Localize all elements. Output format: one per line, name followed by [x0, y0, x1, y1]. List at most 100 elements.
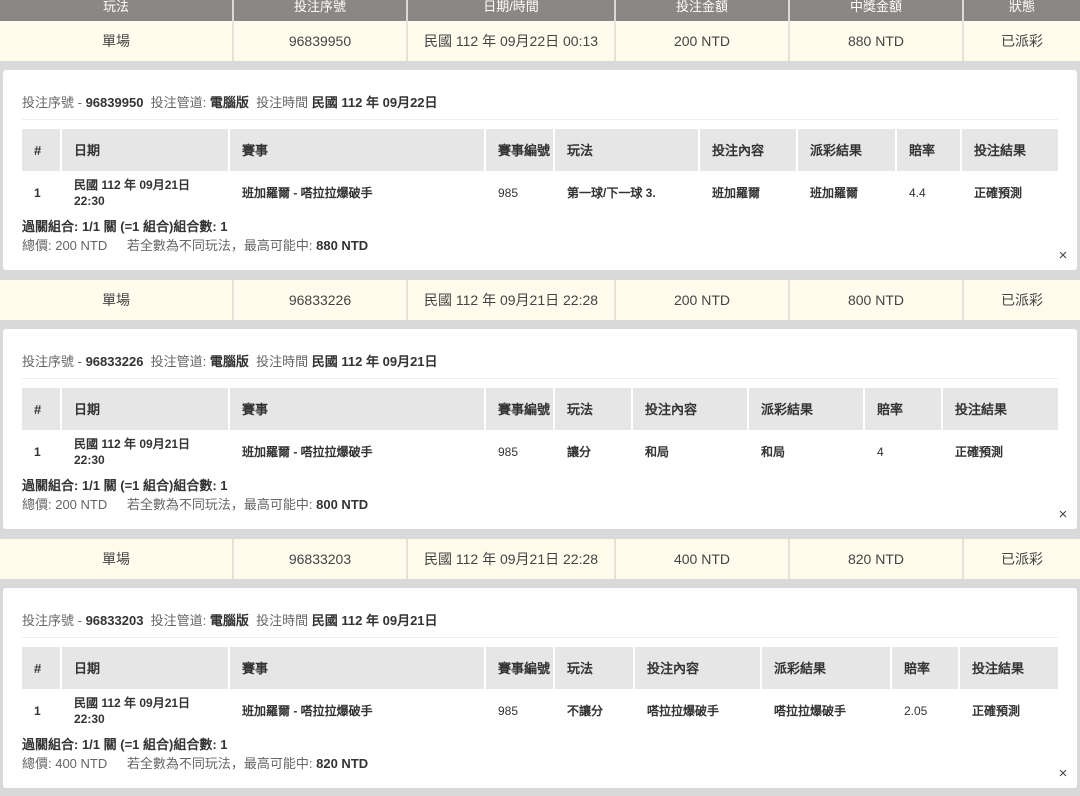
detail-table-header: # 日期 賽事 賽事編號 玩法 投注內容 派彩結果 賠率 投注結果: [22, 129, 1058, 171]
time-label: 投注時間: [256, 354, 309, 369]
close-icon[interactable]: ×: [1053, 246, 1073, 266]
bet-status: 已派彩: [964, 539, 1080, 579]
bet-summary-row[interactable]: 單場 96833226 民國 112 年 09月21日 22:28 200 NT…: [0, 280, 1080, 320]
bet-detail-panel: 投注序號 - 96839950 投注管道: 電腦版 投注時間 民國 112 年 …: [3, 70, 1077, 270]
row-event: 班加羅爾 - 嗒拉拉爆破手: [242, 186, 373, 200]
bet-play-type: 單場: [0, 539, 234, 579]
row-content: 嗒拉拉爆破手: [647, 704, 720, 718]
bet-serial: 96833226: [234, 280, 408, 320]
bet-play-type: 單場: [0, 280, 234, 320]
channel-label: 投注管道:: [150, 354, 207, 369]
total-summary: 總價: 400 NTD 若全數為不同玩法，最高可能中: 820 NTD: [22, 753, 368, 772]
col-outcome: 投注結果: [943, 388, 1058, 430]
row-date-time: 22:30: [74, 194, 105, 208]
col-result: 派彩結果: [798, 129, 897, 171]
col-event-no: 賽事編號: [486, 388, 555, 430]
header-status: 狀態: [964, 0, 1080, 21]
row-date-day: 民國 112 年 09月21日: [74, 437, 191, 451]
close-icon[interactable]: ×: [1053, 505, 1073, 525]
row-event-no: 985: [498, 704, 519, 718]
row-date: 民國 112 年 09月21日 22:30: [62, 433, 230, 471]
total-summary: 總價: 200 NTD 若全數為不同玩法，最高可能中: 880 NTD: [22, 235, 368, 254]
row-index: 1: [34, 445, 41, 459]
row-event-no: 985: [498, 186, 519, 200]
win-amount: 820 NTD: [790, 539, 964, 579]
col-play: 玩法: [555, 388, 633, 430]
row-result: 班加羅爾: [810, 186, 859, 200]
bet-datetime: 民國 112 年 09月21日 22:28: [408, 280, 616, 320]
channel-label: 投注管道:: [150, 613, 207, 628]
bet-datetime: 民國 112 年 09月21日 22:28: [408, 539, 616, 579]
detail-row: 1 民國 112 年 09月21日 22:30 班加羅爾 - 嗒拉拉爆破手 98…: [22, 692, 1058, 730]
bet-amount: 200 NTD: [616, 280, 790, 320]
header-win-amount: 中獎金額: [790, 0, 964, 21]
row-date-time: 22:30: [74, 712, 105, 726]
col-result: 派彩結果: [762, 647, 892, 689]
channel-label: 投注管道:: [150, 95, 207, 110]
row-odds: 2.05: [904, 704, 928, 718]
bet-status: 已派彩: [964, 21, 1080, 61]
row-content: 班加羅爾: [712, 186, 761, 200]
win-amount: 880 NTD: [790, 21, 964, 61]
max-win-value: 820 NTD: [316, 756, 369, 771]
row-index: 1: [34, 186, 41, 200]
row-odds: 4: [877, 445, 884, 459]
bet-info-line: 投注序號 - 96833203 投注管道: 電腦版 投注時間 民國 112 年 …: [22, 610, 438, 629]
max-win-label: 若全數為不同玩法，最高可能中:: [126, 238, 313, 253]
col-event: 賽事: [230, 647, 486, 689]
serial-label: 投注序號 -: [22, 95, 82, 110]
time-value: 民國 112 年 09月22日: [311, 95, 438, 110]
header-datetime: 日期/時間: [408, 0, 616, 21]
time-label: 投注時間: [256, 95, 309, 110]
divider: [22, 637, 1058, 638]
row-date-day: 民國 112 年 09月21日: [74, 696, 191, 710]
channel-value: 電腦版: [209, 95, 249, 110]
close-icon[interactable]: ×: [1053, 764, 1073, 784]
bet-datetime: 民國 112 年 09月22日 00:13: [408, 21, 616, 61]
bet-serial: 96839950: [234, 21, 408, 61]
row-odds: 4.4: [909, 186, 926, 200]
row-play: 不讓分: [567, 704, 604, 718]
row-content: 和局: [645, 445, 670, 459]
col-play: 玩法: [555, 129, 700, 171]
col-event: 賽事: [230, 388, 486, 430]
serial-value: 96833203: [85, 613, 144, 628]
row-index: 1: [34, 704, 41, 718]
serial-value: 96833226: [85, 354, 144, 369]
win-amount: 800 NTD: [790, 280, 964, 320]
bet-summary-row[interactable]: 單場 96833203 民國 112 年 09月21日 22:28 400 NT…: [0, 539, 1080, 579]
combo-summary: 過關組合: 1/1 關 (=1 組合)組合數: 1: [22, 737, 228, 752]
time-value: 民國 112 年 09月21日: [311, 613, 438, 628]
row-event: 班加羅爾 - 嗒拉拉爆破手: [242, 445, 373, 459]
bet-amount: 400 NTD: [616, 539, 790, 579]
total-price: 總價: 200 NTD: [22, 497, 108, 512]
bet-info-line: 投注序號 - 96839950 投注管道: 電腦版 投注時間 民國 112 年 …: [22, 92, 438, 111]
bet-info-line: 投注序號 - 96833226 投注管道: 電腦版 投注時間 民國 112 年 …: [22, 351, 438, 370]
header-serial: 投注序號: [234, 0, 408, 21]
row-outcome: 正確預測: [974, 186, 1023, 200]
detail-row: 1 民國 112 年 09月21日 22:30 班加羅爾 - 嗒拉拉爆破手 98…: [22, 174, 1058, 212]
max-win-value: 800 NTD: [316, 497, 369, 512]
divider: [22, 119, 1058, 120]
row-date-time: 22:30: [74, 453, 105, 467]
serial-value: 96839950: [85, 95, 144, 110]
bet-status: 已派彩: [964, 280, 1080, 320]
col-odds: 賠率: [892, 647, 960, 689]
total-price: 總價: 400 NTD: [22, 756, 108, 771]
bet-detail-panel: 投注序號 - 96833226 投注管道: 電腦版 投注時間 民國 112 年 …: [3, 329, 1077, 529]
col-index: #: [22, 388, 62, 430]
bet-summary-row[interactable]: 單場 96839950 民國 112 年 09月22日 00:13 200 NT…: [0, 21, 1080, 61]
row-date: 民國 112 年 09月21日 22:30: [62, 174, 230, 212]
header-bet-amount: 投注金額: [616, 0, 790, 21]
col-content: 投注內容: [633, 388, 749, 430]
col-odds: 賠率: [865, 388, 943, 430]
col-odds: 賠率: [897, 129, 962, 171]
max-win-label: 若全數為不同玩法，最高可能中:: [126, 497, 313, 512]
row-outcome: 正確預測: [955, 445, 1004, 459]
col-date: 日期: [62, 129, 230, 171]
row-date-day: 民國 112 年 09月21日: [74, 178, 191, 192]
channel-value: 電腦版: [209, 613, 249, 628]
col-content: 投注內容: [700, 129, 798, 171]
combo-summary: 過關組合: 1/1 關 (=1 組合)組合數: 1: [22, 478, 228, 493]
channel-value: 電腦版: [209, 354, 249, 369]
